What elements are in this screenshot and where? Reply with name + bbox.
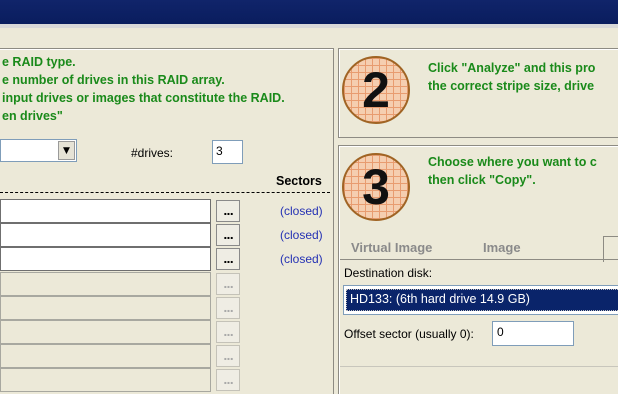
title-bar-shadow (0, 24, 618, 28)
browse-button: ... (216, 369, 240, 391)
step-3-badge-icon: 3 (342, 153, 410, 221)
drives-label: #drives: (131, 146, 174, 160)
offset-sector-input[interactable]: 0 (492, 321, 574, 346)
instruction-line: Click "Analyze" and this pro (428, 61, 596, 75)
drive-row-disabled: ... (0, 272, 330, 296)
title-bar (0, 0, 618, 28)
drive-path-field (0, 320, 211, 344)
raid-type-select[interactable]: ▼ (0, 139, 77, 162)
drive-row: ... (closed) (0, 199, 330, 223)
browse-button: ... (216, 297, 240, 319)
drive-row: ... (closed) (0, 247, 330, 271)
instruction-line: then click "Copy". (428, 173, 536, 187)
destination-disk-label: Destination disk: (344, 266, 433, 280)
analyze-instructions: Click "Analyze" and this pro the correct… (428, 59, 595, 95)
drive-status: (closed) (280, 252, 323, 266)
instruction-line: e number of drives in this RAID array. (2, 73, 225, 87)
browse-button[interactable]: ... (216, 224, 240, 246)
copy-instructions: Choose where you want to c then click "C… (428, 153, 597, 189)
tab-footer-divider (340, 366, 618, 394)
drive-row-disabled: ... (0, 296, 330, 320)
drive-path-field[interactable] (0, 247, 211, 271)
instruction-line: input drives or images that constitute t… (2, 91, 285, 105)
instruction-line: Choose where you want to c (428, 155, 597, 169)
instruction-line: e RAID type. (2, 55, 76, 69)
sectors-column-header: Sectors (276, 174, 322, 188)
drive-row-disabled: ... (0, 344, 330, 368)
offset-sector-label: Offset sector (usually 0): (344, 327, 474, 341)
instruction-line: en drives" (2, 109, 63, 123)
tab-virtual-image[interactable]: Virtual Image (351, 240, 432, 255)
drive-path-field (0, 368, 211, 392)
title-bar-fill (0, 0, 618, 24)
raid-instructions: e RAID type. e number of drives in this … (2, 53, 285, 125)
tab-image[interactable]: Image (483, 240, 521, 255)
destination-disk-selected-item[interactable]: HD133: (6th hard drive 14.9 GB) (346, 289, 618, 311)
drive-path-field (0, 272, 211, 296)
drive-row-disabled: ... (0, 368, 330, 392)
drive-row: ... (closed) (0, 223, 330, 247)
browse-button: ... (216, 321, 240, 343)
destination-disk-list[interactable]: HD133: (6th hard drive 14.9 GB) (343, 285, 618, 315)
browse-button: ... (216, 273, 240, 295)
drive-path-field (0, 296, 211, 320)
drive-row-disabled: ... (0, 320, 330, 344)
browse-button[interactable]: ... (216, 248, 240, 270)
drive-path-field[interactable] (0, 199, 211, 223)
drive-path-field[interactable] (0, 223, 211, 247)
dropdown-arrow-icon[interactable]: ▼ (58, 141, 75, 160)
drive-status: (closed) (280, 204, 323, 218)
drives-count-input[interactable]: 3 (212, 140, 243, 164)
drive-path-field (0, 344, 211, 368)
browse-button: ... (216, 345, 240, 367)
instruction-line: the correct stripe size, drive (428, 79, 595, 93)
step-2-badge-icon: 2 (342, 56, 410, 124)
browse-button[interactable]: ... (216, 200, 240, 222)
dashed-divider (0, 192, 330, 193)
output-tabs: Virtual Image Image (340, 236, 618, 262)
drive-status: (closed) (280, 228, 323, 242)
